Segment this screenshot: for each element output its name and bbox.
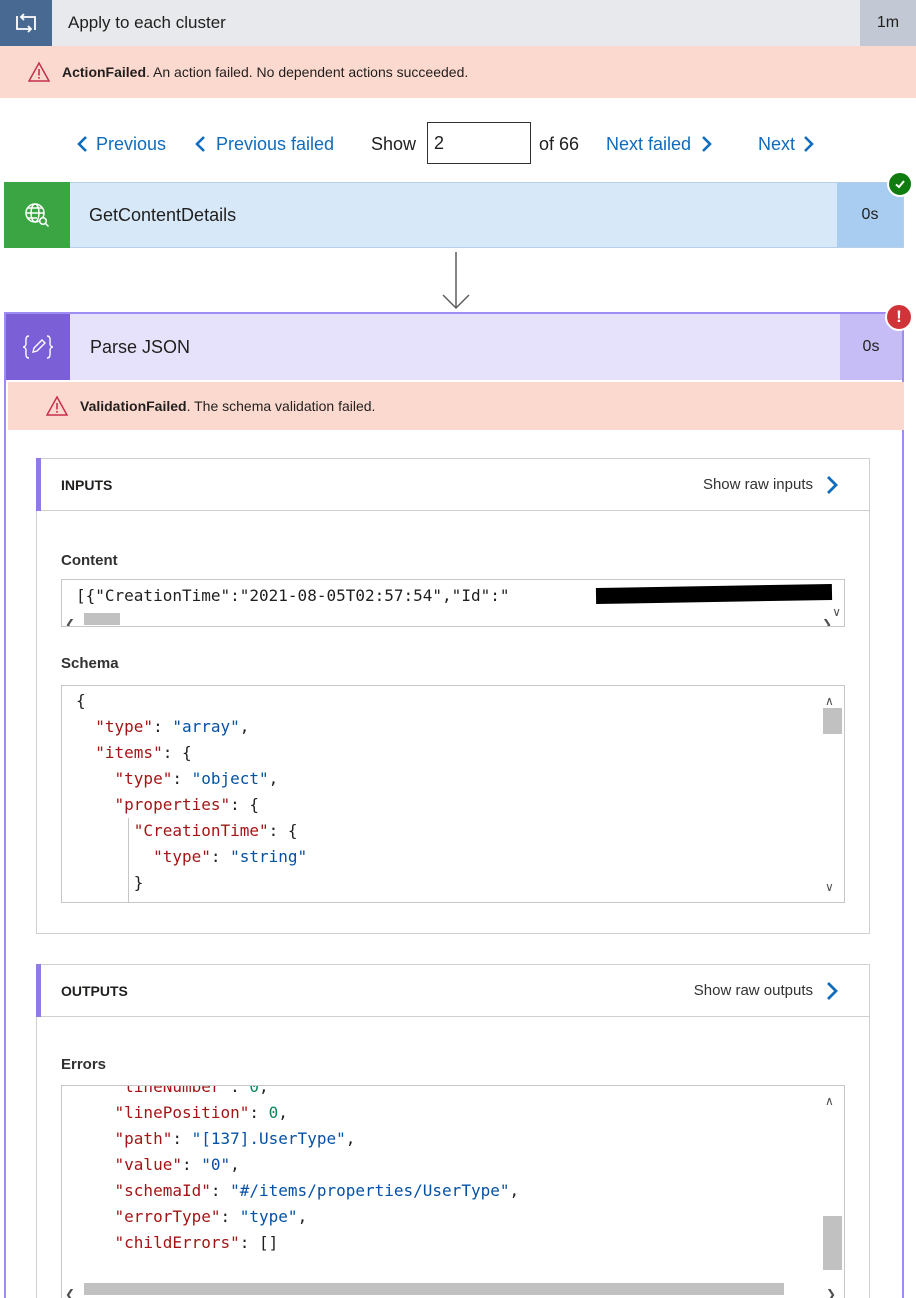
previous-link[interactable]: Previous [76,134,166,155]
content-label: Content [61,552,118,569]
outputs-title: OUTPUTS [61,982,128,999]
vertical-scrollbar[interactable]: ∧ [820,1086,844,1298]
errors-viewer[interactable]: "lineNumber": 0, "linePosition": 0, "pat… [61,1085,845,1298]
chevron-right-icon[interactable] [825,981,839,1001]
scroll-down-icon[interactable]: ∨ [825,874,834,900]
validation-error-banner: ValidationFailed. The schema validation … [8,382,904,430]
scroll-down-icon[interactable]: ∨ [832,599,841,625]
error-message: . An action failed. No dependent actions… [146,64,469,80]
schema-label: Schema [61,655,119,672]
horizontal-scrollbar[interactable]: ❮ ❯ [62,1281,844,1298]
chevron-right-icon [702,136,712,152]
next-failed-link[interactable]: Next failed [606,134,713,155]
chevron-left-icon [195,136,205,152]
horizontal-scrollbar[interactable]: ❮ ❯ [62,612,844,626]
loop-title: Apply to each cluster [68,13,226,32]
previous-failed-link[interactable]: Previous failed [194,134,334,155]
error-exclamation-icon: ! [885,303,913,331]
show-raw-inputs-link[interactable]: Show raw inputs [703,476,813,493]
error-message: . The schema validation failed. [186,398,376,414]
errors-label: Errors [61,1056,107,1073]
vertical-scrollbar[interactable]: ∧ ∨ [820,686,844,902]
schema-editor[interactable]: { "type": "array", "items": { "type": "o… [61,685,845,903]
chevron-left-icon [77,136,87,152]
globe-search-icon [4,182,70,248]
outputs-header: OUTPUTS Show raw outputs [36,964,869,1017]
scroll-right-icon[interactable]: ❯ [822,611,832,626]
flow-arrow-icon [442,252,470,310]
curly-braces-pencil-icon [6,314,70,380]
next-link[interactable]: Next [758,134,815,155]
scroll-right-icon[interactable]: ❯ [826,1281,836,1298]
warning-icon [28,61,50,82]
outputs-section: OUTPUTS Show raw outputs Errors "lineNum… [36,964,870,1298]
content-field[interactable]: [{"CreationTime":"2021-08-05T02:57:54","… [61,579,845,627]
redaction-mark [595,583,833,605]
loop-header[interactable]: Apply to each cluster 1m [0,0,916,46]
show-label: Show [371,133,417,154]
inputs-title: INPUTS [61,476,113,493]
success-check-icon [887,171,913,197]
content-text: [{"CreationTime":"2021-08-05T02:57:54","… [76,586,510,605]
action-title: Parse JSON [90,336,191,357]
warning-icon [46,395,68,416]
inputs-section: INPUTS Show raw inputs Content [{"Creati… [36,458,870,934]
loop-duration: 1m [860,0,916,46]
action-card-getcontentdetails[interactable]: GetContentDetails 0s [4,182,904,248]
loop-error-banner: ActionFailed. An action failed. No depen… [0,46,916,98]
error-code: ActionFailed [62,64,147,80]
action-title: GetContentDetails [89,204,237,225]
show-raw-outputs-link[interactable]: Show raw outputs [694,982,813,999]
iteration-pager: Previous Previous failed Show of 66 Next… [0,118,916,170]
error-code: ValidationFailed [80,398,187,414]
scroll-left-icon[interactable]: ❮ [65,1281,75,1298]
iteration-count: of 66 [539,133,580,154]
scroll-up-icon[interactable]: ∧ [825,1088,834,1114]
iteration-number-input[interactable] [427,122,531,164]
action-header[interactable]: Parse JSON 0s [6,314,902,380]
loop-icon [0,0,52,46]
inputs-header: INPUTS Show raw inputs [36,458,869,511]
chevron-right-icon[interactable] [825,475,839,495]
scroll-left-icon[interactable]: ❮ [65,611,75,626]
chevron-right-icon [804,136,814,152]
